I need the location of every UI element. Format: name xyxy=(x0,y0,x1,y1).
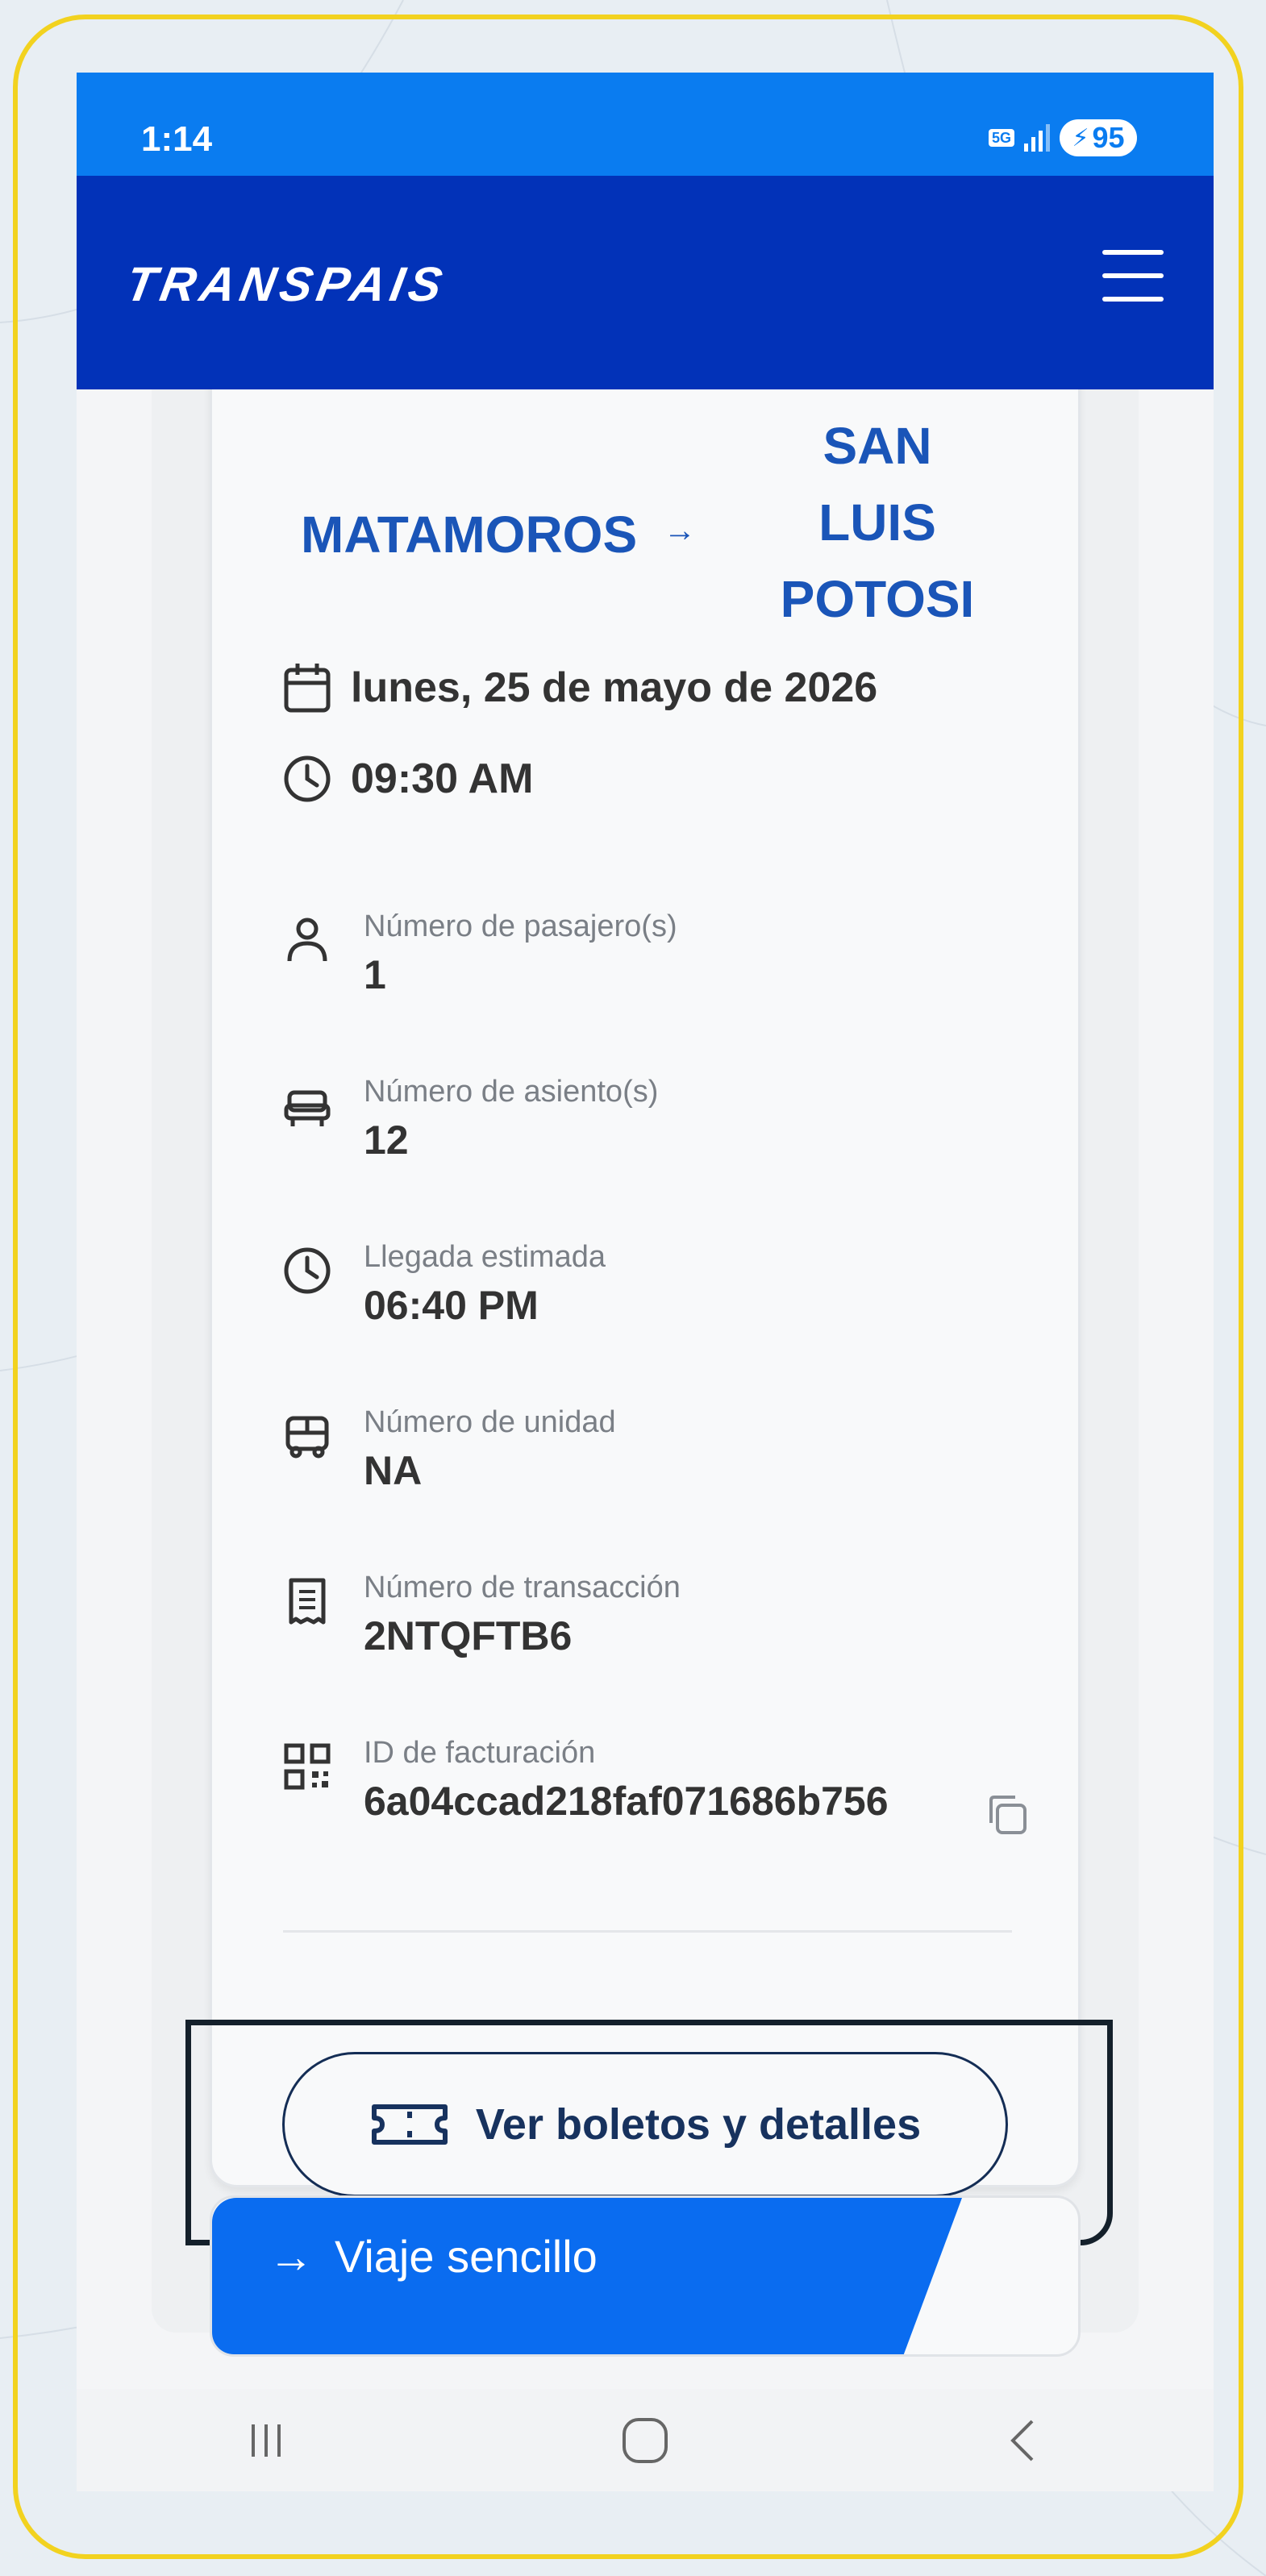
status-bar: 1:14 5G ⚡ 95 xyxy=(77,73,1214,176)
clock-icon xyxy=(284,1247,331,1294)
next-trip-card[interactable]: → Viaje sencillo xyxy=(210,2195,1081,2357)
detail-value: NA xyxy=(364,1448,423,1493)
arrow-right-icon: → xyxy=(269,2231,314,2282)
network-5g-icon: 5G xyxy=(988,129,1014,147)
recent-apps-button[interactable] xyxy=(185,2400,347,2481)
receipt-icon xyxy=(289,1578,326,1625)
view-tickets-label: Ver boletos y detalles xyxy=(475,2100,922,2149)
recent-apps-icon xyxy=(252,2424,281,2457)
trip-detail-card: MATAMOROS → SAN LUIS POTOSI lunes, 25 de… xyxy=(210,389,1081,2187)
android-nav-bar xyxy=(77,2389,1214,2491)
detail-value: 06:40 PM xyxy=(364,1283,539,1328)
trip-type-row: → Viaje sencillo xyxy=(269,2230,598,2283)
detail-value[interactable]: 6a04ccad218faf071686b756 xyxy=(364,1778,889,1825)
signal-icon xyxy=(1024,124,1050,152)
destination-city: SAN LUIS POTOSI xyxy=(780,417,975,628)
app-header: TRANSPAIS xyxy=(77,176,1214,389)
scroll-content[interactable]: MATAMOROS → SAN LUIS POTOSI lunes, 25 de… xyxy=(77,389,1214,2389)
detail-label: Número de pasajero(s) xyxy=(364,909,677,943)
charging-icon: ⚡ xyxy=(1072,124,1089,152)
home-icon xyxy=(623,2417,668,2463)
calendar-icon xyxy=(284,664,331,713)
person-icon xyxy=(287,918,327,962)
route-arrow-icon: → xyxy=(664,513,696,548)
trip-date: lunes, 25 de mayo de 2026 xyxy=(351,664,878,711)
battery-indicator: ⚡ 95 xyxy=(1060,119,1137,156)
detail-value: 1 xyxy=(364,952,386,997)
seat-icon xyxy=(284,1090,331,1126)
origin-city: MATAMOROS xyxy=(301,506,638,564)
divider xyxy=(283,1930,1012,1933)
status-time: 1:14 xyxy=(141,119,213,159)
trip-type-label: Viaje sencillo xyxy=(335,2231,598,2282)
detail-label: Número de asiento(s) xyxy=(364,1075,659,1109)
detail-label: Llegada estimada xyxy=(364,1240,606,1274)
status-icons: 5G ⚡ 95 xyxy=(988,118,1137,158)
phone-screen: 1:14 5G ⚡ 95 TRANSPAIS MATAMOROS → SAN L… xyxy=(77,73,1214,2491)
time-row: 09:30 AM xyxy=(283,755,533,803)
copy-icon[interactable] xyxy=(985,1792,1030,1837)
route-header: MATAMOROS → SAN LUIS POTOSI xyxy=(212,392,1083,666)
qr-code-icon xyxy=(284,1743,331,1790)
bus-icon xyxy=(285,1416,329,1459)
detail-label: Número de unidad xyxy=(364,1405,616,1439)
back-icon xyxy=(1010,2420,1034,2461)
detail-label: Número de transacción xyxy=(364,1571,681,1604)
view-tickets-button[interactable]: Ver boletos y detalles xyxy=(282,2052,1008,2197)
back-button[interactable] xyxy=(943,2400,1105,2481)
departure-time: 09:30 AM xyxy=(351,755,534,802)
date-row: lunes, 25 de mayo de 2026 xyxy=(283,662,877,714)
detail-value: 2NTQFTB6 xyxy=(364,1613,573,1658)
transpais-logo[interactable]: TRANSPAIS xyxy=(122,256,451,312)
hamburger-menu-icon[interactable] xyxy=(1102,250,1164,302)
ticket-icon xyxy=(371,2104,448,2145)
detail-label: ID de facturación xyxy=(364,1736,596,1770)
battery-level: 95 xyxy=(1092,121,1125,154)
detail-value: 12 xyxy=(364,1117,409,1163)
clock-icon xyxy=(284,755,331,802)
home-button[interactable] xyxy=(564,2400,726,2481)
